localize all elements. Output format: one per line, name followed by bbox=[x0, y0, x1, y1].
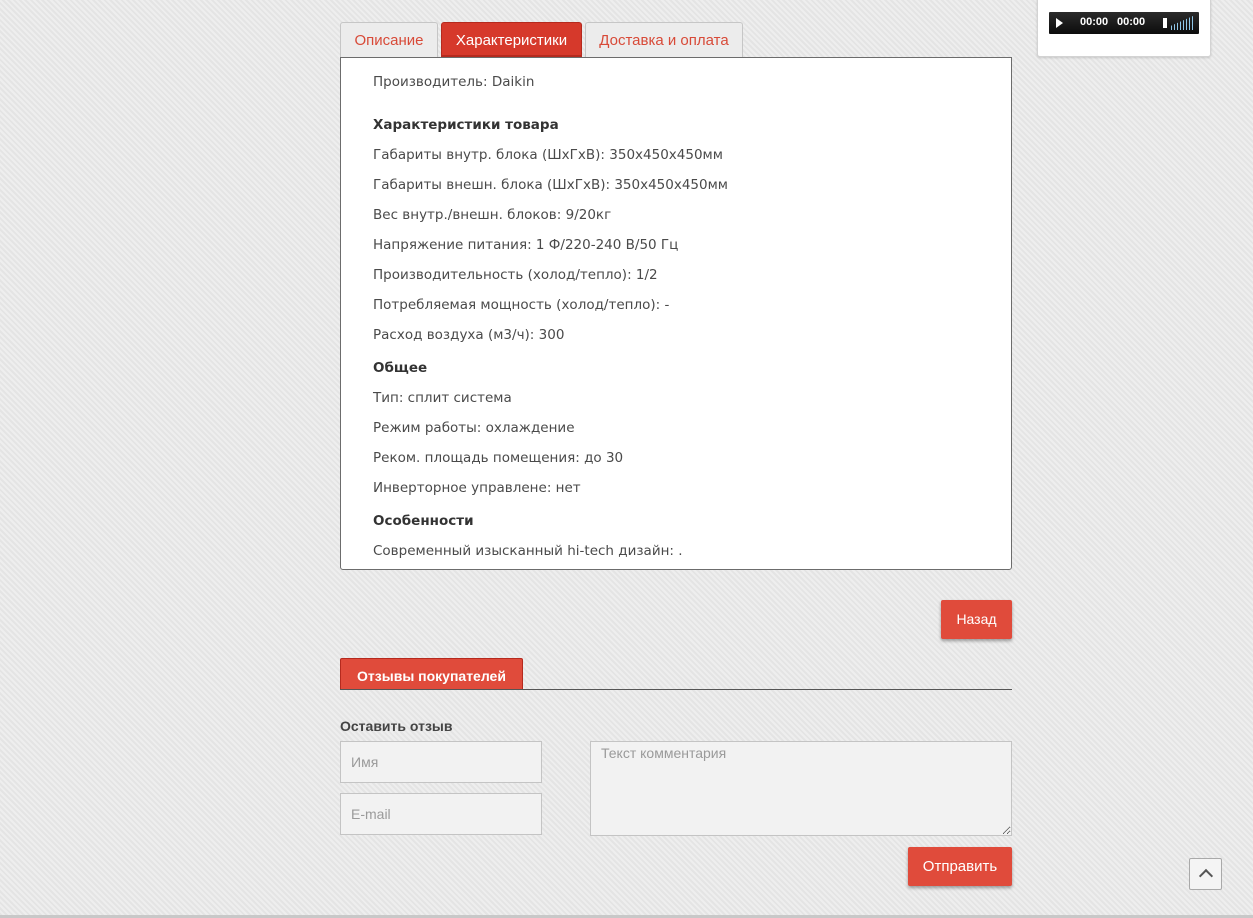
audio-current-time: 00:00 bbox=[1080, 16, 1109, 28]
spec-section-general: Общее bbox=[373, 360, 428, 376]
spec-section-features: Особенности bbox=[373, 513, 474, 529]
spec-airflow: Расход воздуха (м3/ч): 300 bbox=[373, 327, 565, 343]
spec-mode: Режим работы: охлаждение bbox=[373, 420, 575, 436]
spec-indoor-dims: Габариты внутр. блока (ШхГхВ): 350x450x4… bbox=[373, 147, 723, 163]
audio-player[interactable]: 00:00 00:00 bbox=[1049, 12, 1199, 34]
tab-specifications[interactable]: Характеристики bbox=[441, 22, 582, 57]
spec-design: Современный изысканный hi-tech дизайн: . bbox=[373, 543, 683, 559]
specifications-panel: Производитель: Daikin Характеристики тов… bbox=[340, 57, 1012, 570]
spec-inverter: Инверторное управлене: нет bbox=[373, 480, 581, 496]
spec-manufacturer: Производитель: Daikin bbox=[373, 74, 535, 90]
name-field[interactable] bbox=[340, 741, 542, 783]
leave-review-heading: Оставить отзыв bbox=[340, 718, 453, 734]
spec-performance: Производительность (холод/тепло): 1/2 bbox=[373, 267, 658, 283]
send-button[interactable]: Отправить bbox=[908, 847, 1012, 886]
tab-reviews[interactable]: Отзывы покупателей bbox=[340, 658, 523, 690]
play-icon[interactable] bbox=[1056, 18, 1063, 28]
email-field[interactable] bbox=[340, 793, 542, 835]
spec-section-product: Характеристики товара bbox=[373, 117, 559, 133]
volume-icon[interactable] bbox=[1163, 18, 1167, 28]
chevron-up-icon bbox=[1198, 868, 1214, 884]
tab-description[interactable]: Описание bbox=[340, 22, 438, 57]
spec-area: Реком. площадь помещения: до 30 bbox=[373, 450, 624, 466]
volume-slider[interactable] bbox=[1171, 16, 1193, 30]
tab-delivery-payment[interactable]: Доставка и оплата bbox=[585, 22, 743, 57]
spec-voltage: Напряжение питания: 1 Ф/220-240 В/50 Гц bbox=[373, 237, 679, 253]
scroll-top-button[interactable] bbox=[1189, 858, 1222, 890]
spec-outdoor-dims: Габариты внешн. блока (ШхГхВ): 350x450x4… bbox=[373, 177, 728, 193]
audio-total-time: 00:00 bbox=[1117, 16, 1146, 28]
spec-power: Потребляемая мощность (холод/тепло): - bbox=[373, 297, 670, 313]
comment-field[interactable] bbox=[590, 741, 1012, 836]
back-button[interactable]: Назад bbox=[941, 600, 1012, 639]
spec-type: Тип: сплит система bbox=[373, 390, 512, 406]
spec-weight: Вес внутр./внешн. блоков: 9/20кг bbox=[373, 207, 612, 223]
audio-widget: 00:00 00:00 bbox=[1037, 0, 1211, 57]
reviews-divider bbox=[340, 689, 1012, 690]
